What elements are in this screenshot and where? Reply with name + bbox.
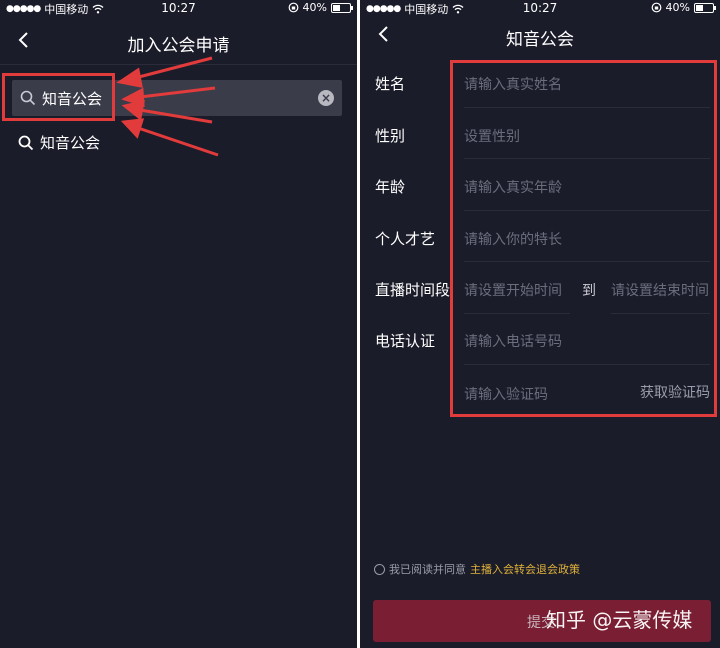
agree-radio[interactable] (374, 563, 385, 575)
agreement: 我已阅读并同意 主播入会转会退会政策 (374, 561, 580, 577)
gender-label: 性别 (375, 127, 406, 145)
highlight-box (450, 60, 717, 417)
watermark: 知乎 @云蒙传媒 (546, 608, 693, 632)
nav-bar: 知音公会 (360, 12, 720, 58)
annotation-arrows (116, 56, 219, 157)
page-title: 知音公会 (506, 30, 574, 50)
name-label: 姓名 (375, 75, 406, 93)
policy-link[interactable]: 主播入会转会退会政策 (470, 561, 580, 577)
talent-label: 个人才艺 (375, 230, 436, 248)
age-label: 年龄 (375, 178, 406, 196)
phone-label: 电话认证 (375, 332, 436, 350)
live-period-label: 直播时间段 (375, 281, 451, 299)
left-screen: ●●●●● 中国移动 10:27 40% 加入公会申请 知音公会 × 知音公会 (0, 0, 357, 648)
right-screen: ●●●●● 中国移动 10:27 40% 知音公会 姓名 请输入真实姓名 性别 … (360, 0, 720, 648)
agreement-text: 我已阅读并同意 (389, 563, 466, 576)
battery-icon (694, 2, 716, 13)
